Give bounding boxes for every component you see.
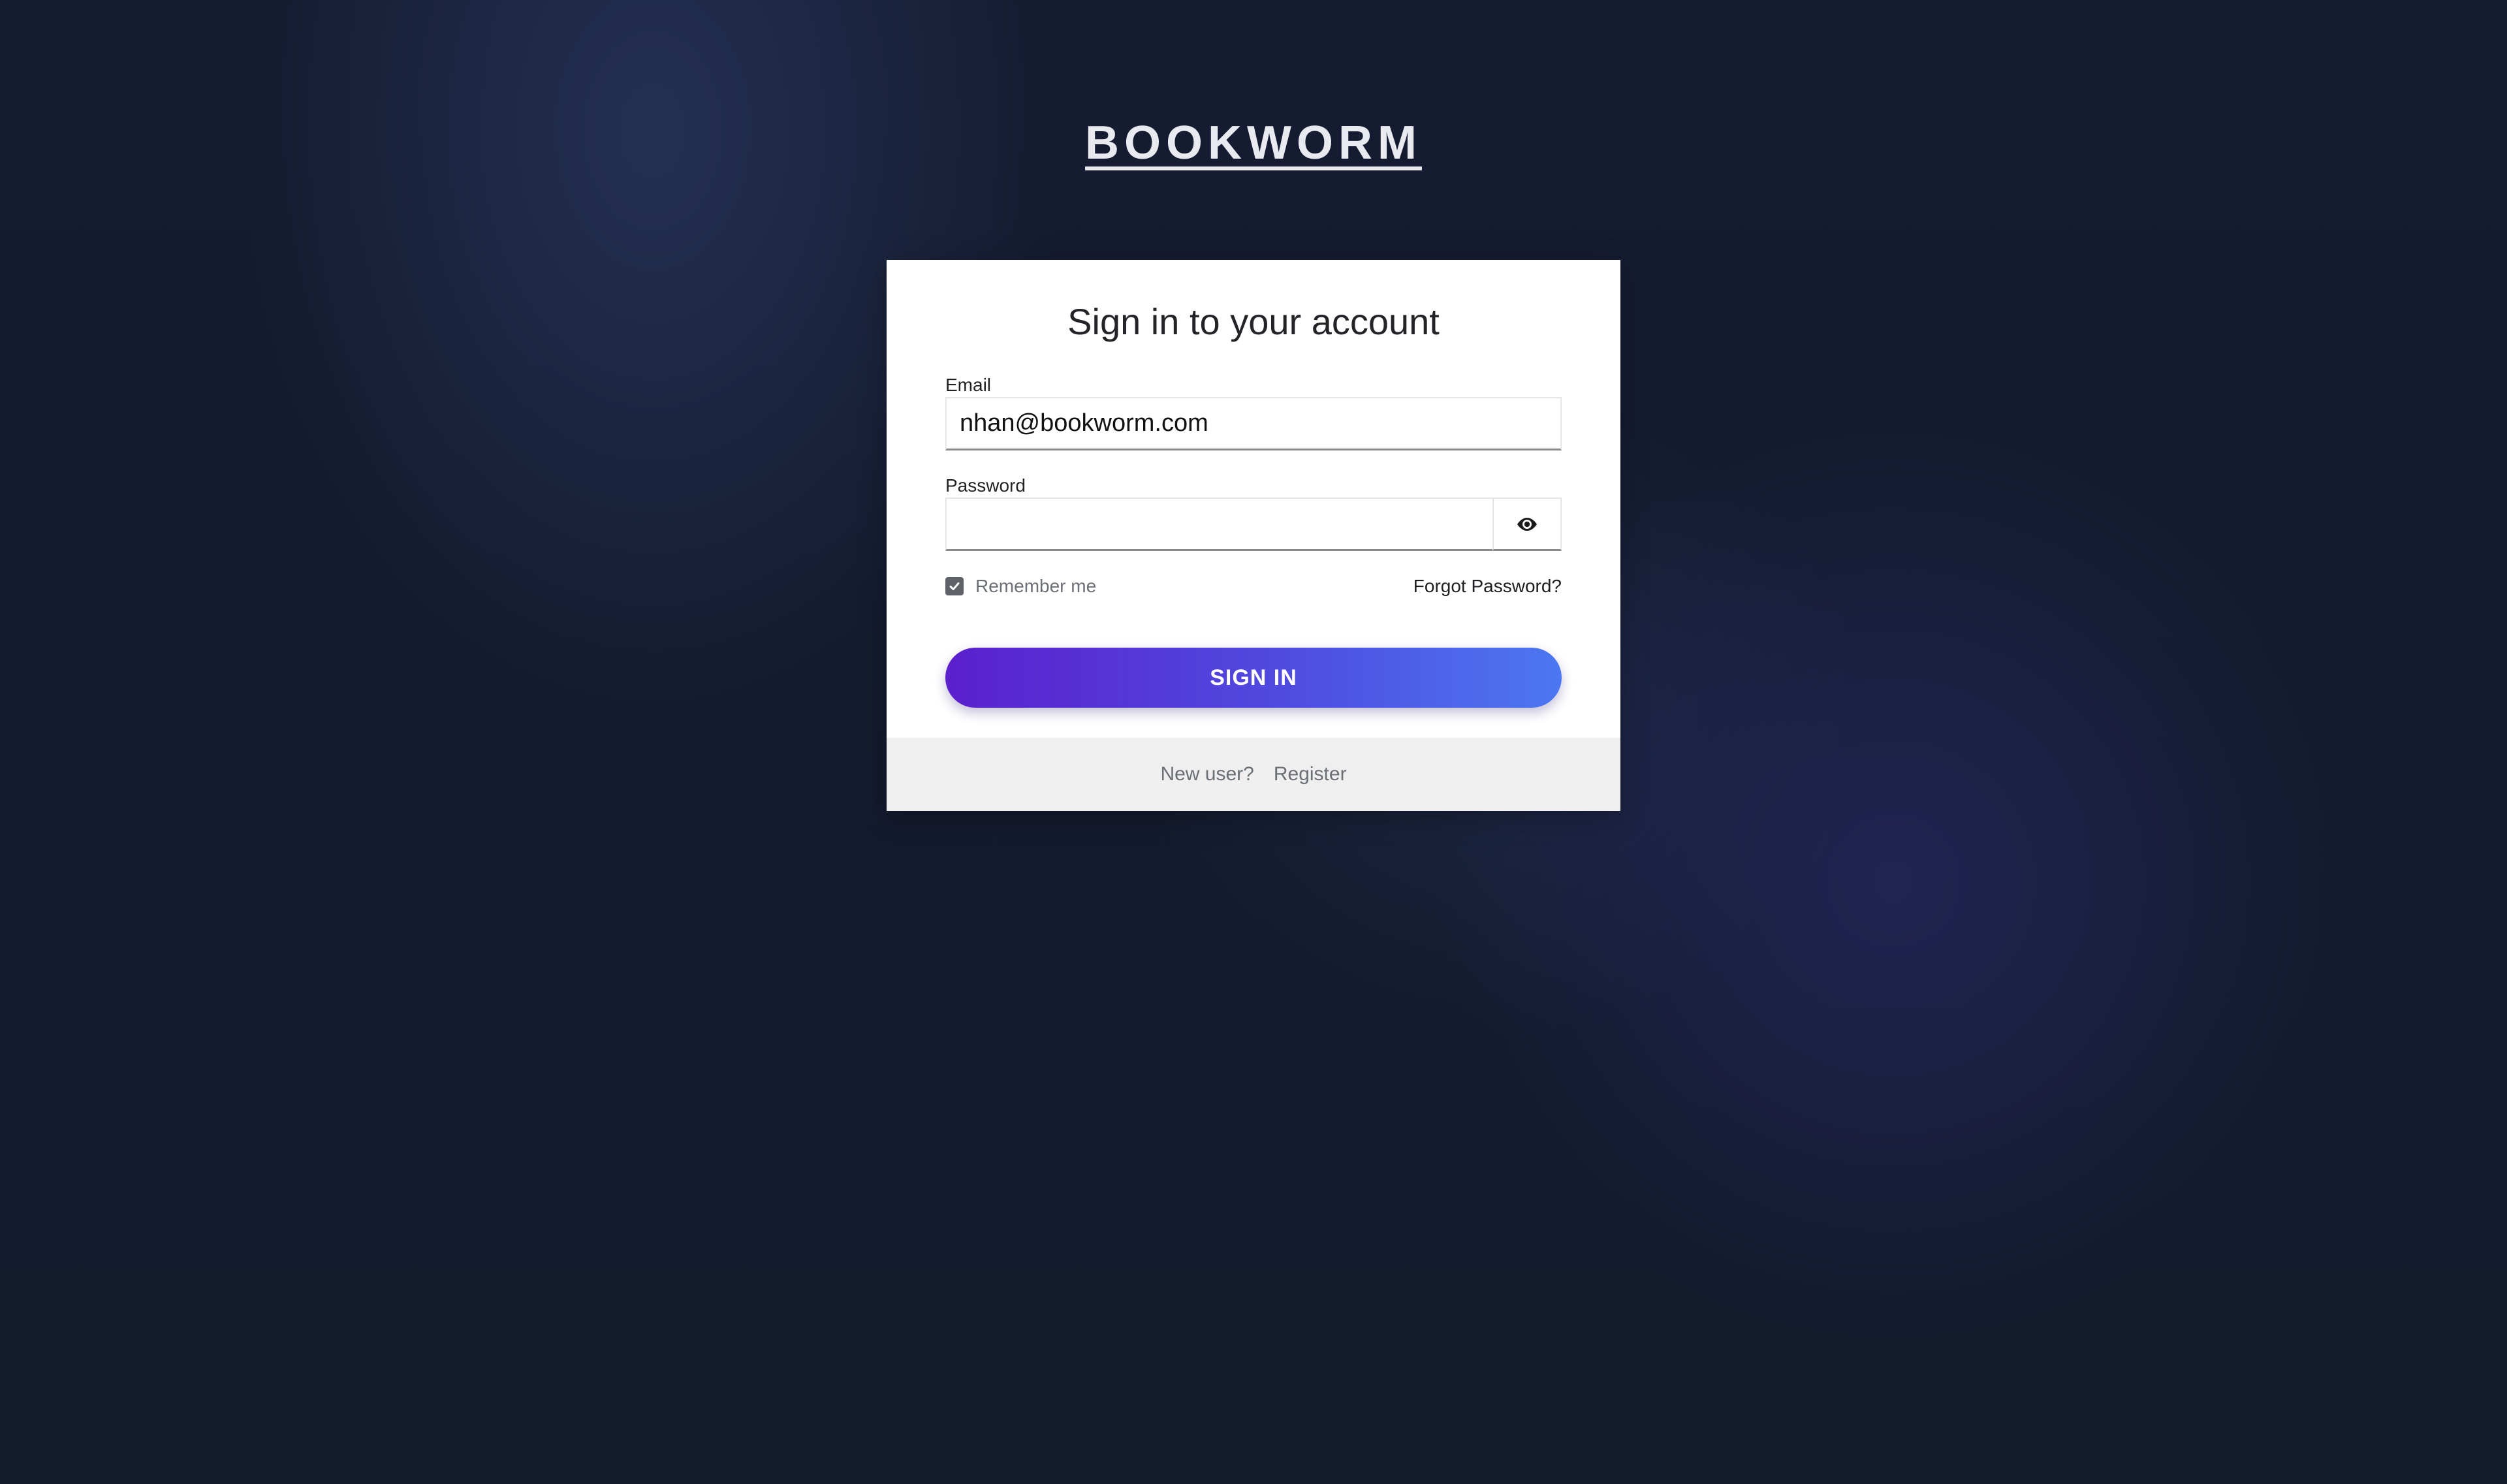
signin-form: Sign in to your account Email Password R… — [887, 260, 1620, 738]
card-footer: New user? Register — [887, 738, 1620, 811]
brand-header: BOOKWORM — [0, 116, 2507, 170]
remember-me-label: Remember me — [975, 576, 1097, 596]
new-user-prompt: New user? — [1160, 763, 1254, 785]
remember-me-option[interactable]: Remember me — [945, 576, 1096, 597]
eye-icon — [1517, 517, 1537, 531]
password-label: Password — [945, 475, 1026, 496]
toggle-password-visibility-button[interactable] — [1492, 497, 1562, 551]
register-link[interactable]: Register — [1274, 763, 1347, 785]
email-field[interactable] — [945, 397, 1562, 450]
checkmark-icon — [949, 582, 960, 590]
forgot-password-link[interactable]: Forgot Password? — [1413, 576, 1562, 597]
sign-in-button[interactable]: SIGN IN — [945, 648, 1562, 708]
signin-card: Sign in to your account Email Password R… — [887, 260, 1620, 811]
email-label: Email — [945, 375, 992, 395]
brand-logo-link[interactable]: BOOKWORM — [1085, 117, 1422, 169]
remember-me-checkbox[interactable] — [945, 577, 964, 595]
signin-title: Sign in to your account — [1067, 301, 1440, 342]
password-field[interactable] — [945, 497, 1494, 551]
